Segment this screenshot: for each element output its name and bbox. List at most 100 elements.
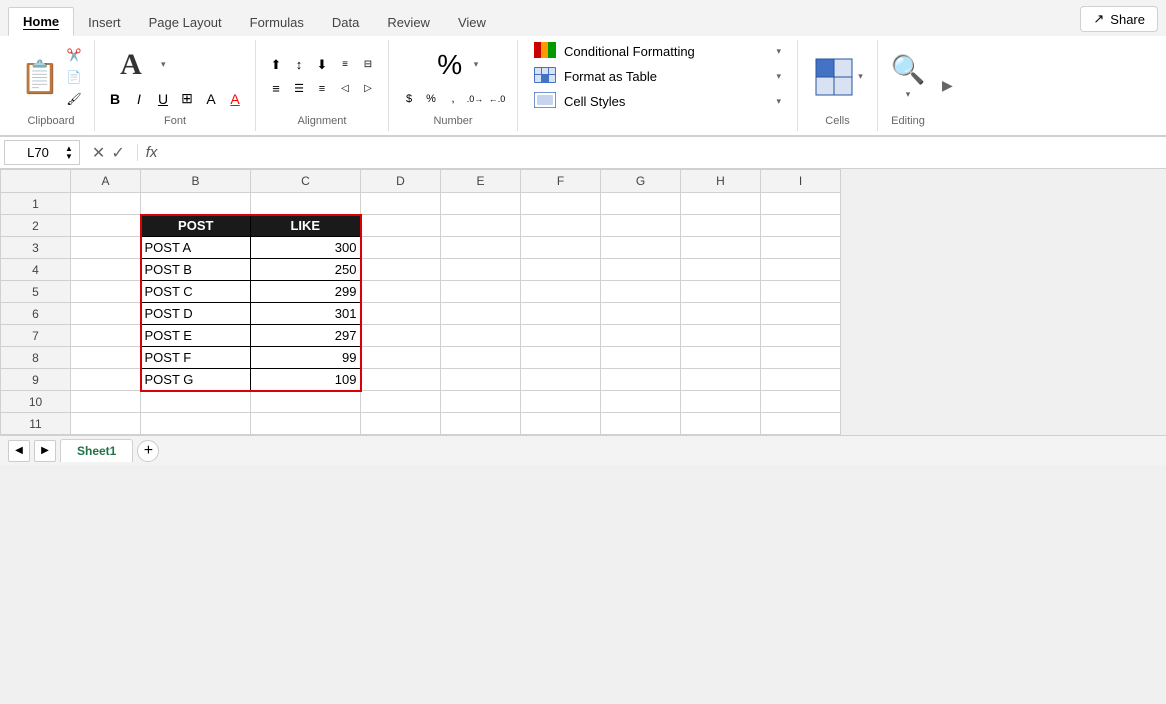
wrap-text-button[interactable]: ≡: [335, 55, 355, 75]
cell-E6[interactable]: [441, 303, 521, 325]
cell-F2[interactable]: [521, 215, 601, 237]
col-header-E[interactable]: E: [441, 170, 521, 193]
bold-button[interactable]: B: [105, 89, 125, 109]
cell-E4[interactable]: [441, 259, 521, 281]
tab-insert[interactable]: Insert: [74, 9, 135, 36]
col-header-A[interactable]: A: [71, 170, 141, 193]
cell-I5[interactable]: [761, 281, 841, 303]
cell-H5[interactable]: [681, 281, 761, 303]
cell-C4[interactable]: 250: [251, 259, 361, 281]
cell-A7[interactable]: [71, 325, 141, 347]
cell-C11[interactable]: [251, 413, 361, 435]
cell-I7[interactable]: [761, 325, 841, 347]
col-header-F[interactable]: F: [521, 170, 601, 193]
cell-H1[interactable]: [681, 193, 761, 215]
cell-F5[interactable]: [521, 281, 601, 303]
clipboard-button[interactable]: 📋: [18, 51, 62, 103]
cell-D5[interactable]: [361, 281, 441, 303]
tab-home[interactable]: Home: [8, 7, 74, 36]
font-dropdown-arrow[interactable]: ▾: [161, 59, 166, 70]
align-right-button[interactable]: ≡: [312, 79, 332, 99]
align-top-button[interactable]: ⬆: [266, 55, 286, 75]
decrease-decimal-button[interactable]: .0→: [465, 89, 485, 109]
cell-D4[interactable]: [361, 259, 441, 281]
tab-data[interactable]: Data: [318, 9, 373, 36]
cell-F3[interactable]: [521, 237, 601, 259]
increase-indent-button[interactable]: ▷: [358, 79, 378, 99]
cell-C9[interactable]: 109: [251, 369, 361, 391]
align-middle-button[interactable]: ↕: [289, 55, 309, 75]
cell-A2[interactable]: [71, 215, 141, 237]
cell-C1[interactable]: [251, 193, 361, 215]
cell-B7[interactable]: POST E: [141, 325, 251, 347]
underline-button[interactable]: U: [153, 89, 173, 109]
cell-D1[interactable]: [361, 193, 441, 215]
cell-F1[interactable]: [521, 193, 601, 215]
cell-G8[interactable]: [601, 347, 681, 369]
cell-G2[interactable]: [601, 215, 681, 237]
copy-button[interactable]: 📄: [64, 67, 84, 87]
cell-A11[interactable]: [71, 413, 141, 435]
confirm-icon[interactable]: ✓: [111, 143, 124, 163]
cell-C10[interactable]: [251, 391, 361, 413]
cell-F9[interactable]: [521, 369, 601, 391]
name-box-input[interactable]: [11, 143, 65, 162]
fill-color-button[interactable]: A: [201, 89, 221, 109]
cell-H4[interactable]: [681, 259, 761, 281]
comma-button[interactable]: ,: [443, 89, 463, 109]
cell-I4[interactable]: [761, 259, 841, 281]
cell-G6[interactable]: [601, 303, 681, 325]
percent-button[interactable]: %: [421, 89, 441, 109]
col-header-C[interactable]: C: [251, 170, 361, 193]
cell-F10[interactable]: [521, 391, 601, 413]
cell-E2[interactable]: [441, 215, 521, 237]
add-sheet-button[interactable]: +: [137, 440, 159, 462]
tab-page-layout[interactable]: Page Layout: [135, 9, 236, 36]
cell-A1[interactable]: [71, 193, 141, 215]
nav-right-button[interactable]: ▶: [34, 440, 56, 462]
cell-G5[interactable]: [601, 281, 681, 303]
cell-C5[interactable]: 299: [251, 281, 361, 303]
number-format-button[interactable]: %: [428, 45, 472, 85]
cancel-icon[interactable]: ✕: [92, 143, 105, 163]
cell-E7[interactable]: [441, 325, 521, 347]
increase-decimal-button[interactable]: ←.0: [487, 89, 507, 109]
cell-A10[interactable]: [71, 391, 141, 413]
cell-I8[interactable]: [761, 347, 841, 369]
cell-D7[interactable]: [361, 325, 441, 347]
cell-A8[interactable]: [71, 347, 141, 369]
cell-I9[interactable]: [761, 369, 841, 391]
cell-B2-post-header[interactable]: POST: [141, 215, 251, 237]
cell-D6[interactable]: [361, 303, 441, 325]
col-header-G[interactable]: G: [601, 170, 681, 193]
align-bottom-button[interactable]: ⬇: [312, 55, 332, 75]
cells-icon-button[interactable]: [812, 55, 856, 99]
font-color-button[interactable]: A: [225, 89, 245, 109]
cell-E10[interactable]: [441, 391, 521, 413]
cell-B1[interactable]: [141, 193, 251, 215]
cell-E3[interactable]: [441, 237, 521, 259]
cell-B9[interactable]: POST G: [141, 369, 251, 391]
col-header-H[interactable]: H: [681, 170, 761, 193]
name-box-stepper[interactable]: ▲ ▼: [65, 145, 73, 161]
cell-B4[interactable]: POST B: [141, 259, 251, 281]
cell-H9[interactable]: [681, 369, 761, 391]
tab-review[interactable]: Review: [373, 9, 444, 36]
cell-F4[interactable]: [521, 259, 601, 281]
cell-I1[interactable]: [761, 193, 841, 215]
cell-C7[interactable]: 297: [251, 325, 361, 347]
sheet1-tab[interactable]: Sheet1: [60, 439, 133, 462]
cell-B5[interactable]: POST C: [141, 281, 251, 303]
cell-G4[interactable]: [601, 259, 681, 281]
cell-G1[interactable]: [601, 193, 681, 215]
cell-F6[interactable]: [521, 303, 601, 325]
cell-C8[interactable]: 99: [251, 347, 361, 369]
cell-E11[interactable]: [441, 413, 521, 435]
cell-A5[interactable]: [71, 281, 141, 303]
cell-F7[interactable]: [521, 325, 601, 347]
cell-F11[interactable]: [521, 413, 601, 435]
cell-F8[interactable]: [521, 347, 601, 369]
cell-G10[interactable]: [601, 391, 681, 413]
cell-D2[interactable]: [361, 215, 441, 237]
format-painter-button[interactable]: 🖌: [64, 89, 84, 109]
